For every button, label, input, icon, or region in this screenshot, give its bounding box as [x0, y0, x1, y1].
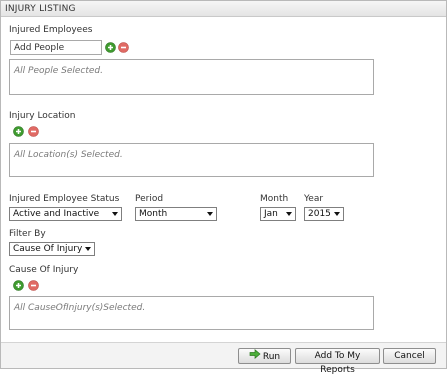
injured-employees-label: Injured Employees — [9, 25, 93, 35]
year-select-value: 2015 — [308, 209, 331, 219]
year-label: Year — [304, 194, 324, 204]
cause-list-text: All CauseOfInjury(s)Selected. — [14, 303, 146, 313]
add-person-icon[interactable] — [105, 42, 116, 53]
people-list-text: All People Selected. — [14, 66, 103, 76]
remove-location-icon[interactable] — [28, 126, 39, 137]
chevron-down-icon — [207, 212, 213, 216]
status-select-value: Active and Inactive — [13, 209, 100, 219]
filter-by-select-value: Cause Of Injury — [13, 244, 83, 254]
cancel-button[interactable]: Cancel — [383, 348, 436, 364]
year-select[interactable]: 2015 — [304, 207, 344, 221]
month-select-value: Jan — [264, 209, 278, 219]
add-people-input[interactable] — [10, 40, 102, 55]
arrow-right-icon — [249, 349, 261, 364]
period-select-value: Month — [139, 209, 168, 219]
chevron-down-icon — [286, 212, 292, 216]
location-list[interactable]: All Location(s) Selected. — [9, 143, 374, 177]
injury-listing-panel: INJURY LISTING Injured Employees All Peo… — [0, 0, 447, 369]
period-select[interactable]: Month — [135, 207, 217, 221]
status-label: Injured Employee Status — [9, 194, 120, 204]
filter-by-select[interactable]: Cause Of Injury — [9, 242, 95, 256]
cause-list[interactable]: All CauseOfInjury(s)Selected. — [9, 296, 374, 330]
month-select[interactable]: Jan — [260, 207, 296, 221]
month-label: Month — [260, 194, 289, 204]
remove-cause-icon[interactable] — [28, 280, 39, 291]
cause-of-injury-label: Cause Of Injury — [9, 265, 79, 275]
injury-location-label: Injury Location — [9, 111, 76, 121]
chevron-down-icon — [112, 212, 118, 216]
add-to-my-reports-button[interactable]: Add To My Reports — [295, 348, 380, 375]
add-cause-icon[interactable] — [13, 280, 24, 291]
status-select[interactable]: Active and Inactive — [9, 207, 122, 221]
run-button[interactable]: Run — [238, 348, 291, 364]
location-list-text: All Location(s) Selected. — [14, 150, 123, 160]
people-list[interactable]: All People Selected. — [9, 59, 374, 95]
panel-title: INJURY LISTING — [1, 1, 446, 17]
add-location-icon[interactable] — [13, 126, 24, 137]
button-bar: Run Add To My Reports Cancel — [1, 342, 446, 375]
period-label: Period — [135, 194, 164, 204]
chevron-down-icon — [85, 247, 91, 251]
filter-by-label: Filter By — [9, 229, 46, 239]
run-button-label: Run — [262, 352, 281, 362]
remove-person-icon[interactable] — [118, 42, 129, 53]
chevron-down-icon — [334, 212, 340, 216]
